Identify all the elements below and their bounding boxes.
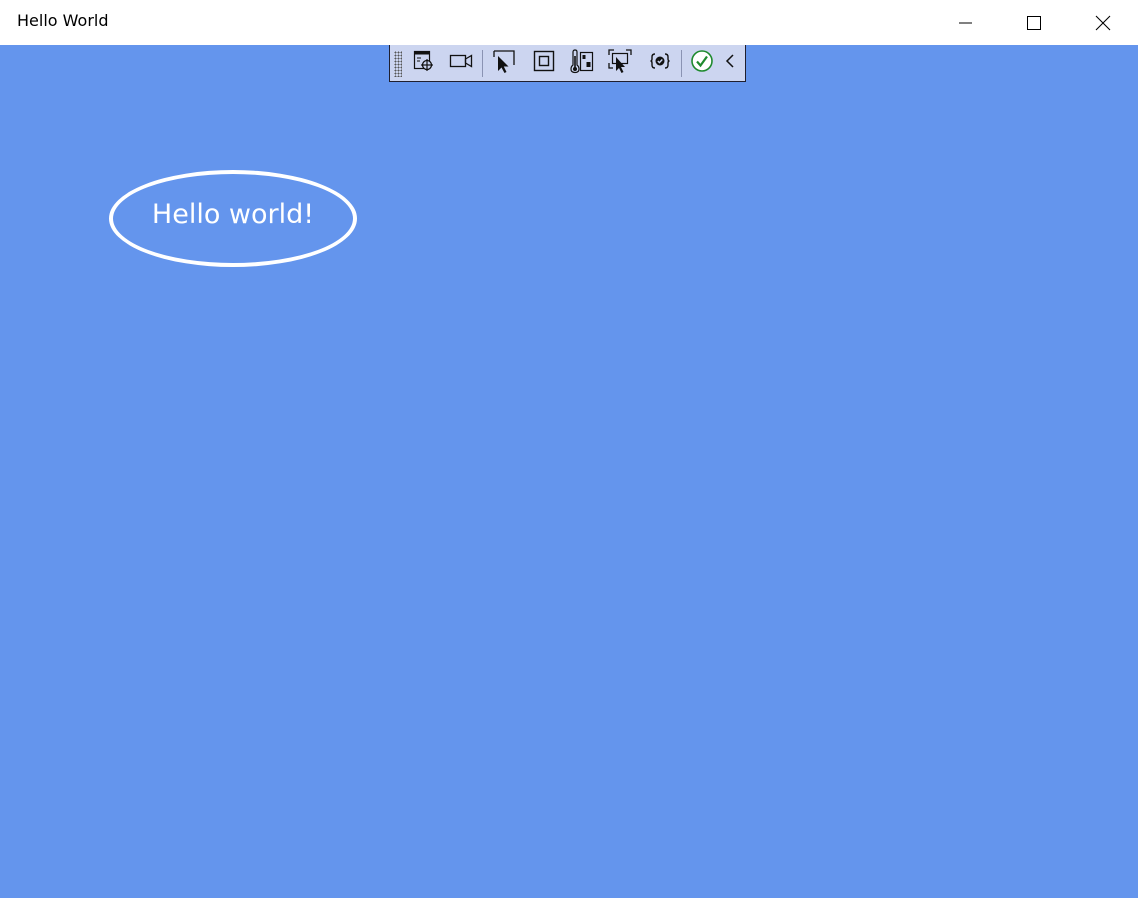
layout-adorner-square-icon: [532, 49, 556, 77]
minimize-button[interactable]: [942, 0, 988, 45]
show-performance-metrics-button[interactable]: [568, 48, 596, 78]
go-to-live-visual-tree-button[interactable]: [410, 50, 438, 76]
toolbar-separator: [681, 50, 682, 77]
close-icon: [1095, 15, 1111, 31]
select-element-button[interactable]: [490, 50, 518, 76]
live-visual-tree-target-icon: [412, 49, 436, 77]
toolbar-separator: [482, 50, 483, 77]
binding-braces-check-icon: [648, 49, 672, 77]
green-check-circle-icon: [690, 49, 714, 77]
hot-reload-status-button[interactable]: [688, 50, 716, 76]
title-bar[interactable]: Hello World: [0, 0, 1138, 45]
app-window: Hello World Hello world!: [0, 0, 1138, 898]
maximize-button[interactable]: [1011, 0, 1057, 45]
close-button[interactable]: [1080, 0, 1126, 45]
collapse-toolbar-button[interactable]: [720, 50, 742, 76]
chevron-left-icon: [724, 53, 738, 73]
toolbar-drag-grip[interactable]: [394, 51, 402, 77]
thermometer-icon: [569, 48, 595, 78]
track-focused-element-button[interactable]: [447, 50, 475, 76]
display-layout-adorners-button[interactable]: [530, 50, 558, 76]
page-content: Hello world!: [0, 45, 1138, 898]
preview-selection-button[interactable]: [606, 48, 634, 78]
binding-failures-button[interactable]: [646, 50, 674, 76]
minimize-icon: [958, 16, 972, 30]
xaml-debug-toolbar[interactable]: [389, 45, 746, 82]
preview-selection-cursor-icon: [607, 48, 633, 78]
greeting-text: Hello world!: [151, 199, 315, 230]
window-title: Hello World: [17, 11, 109, 30]
select-element-cursor-icon: [491, 48, 517, 78]
maximize-icon: [1026, 15, 1042, 31]
video-camera-icon: [448, 49, 474, 77]
